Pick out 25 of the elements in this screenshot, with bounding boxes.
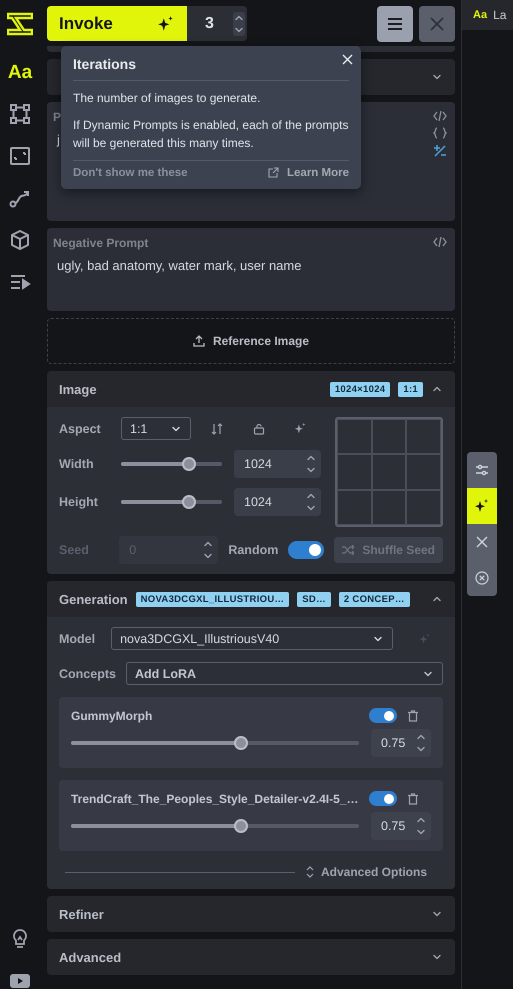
popover-text: The number of images to generate. [73,90,262,107]
section-title: Image [59,382,97,396]
text-icon: Aa [473,9,488,21]
badge: NOVA3DCGXL_ILLUSTRIOU… [136,592,290,606]
field-label: Height [59,495,99,509]
prompt-text: ugly, bad anatomy, water mark, user name [57,257,302,275]
section-title: Refiner [59,906,104,922]
section-title: Generation [59,592,128,606]
badge: 2 CONCEP… [338,592,410,606]
badge: 1024×1024 [330,382,390,396]
field-label: Width [59,457,95,471]
text-icon: Aa [8,62,32,82]
prompt-text: j [57,131,60,149]
field-label: Random [228,543,278,557]
field-label: P [53,110,62,124]
lora-name: TrendCraft_The_Peoples_Style_Detailer-v2.4I-5_… [71,792,359,806]
badge: 1:1 [398,382,423,396]
field-label: Concepts [59,666,116,680]
section-title: Advanced [59,950,122,964]
lora-name: GummyMorph [71,708,154,722]
badge: SD… [297,592,331,606]
popover-text: If Dynamic Prompts is enabled, each of the prompts will be generated this many times. [73,116,349,152]
field-label: Negative Prompt [53,236,148,250]
field-label: Model [59,632,96,646]
field-label: Aspect [59,422,102,436]
